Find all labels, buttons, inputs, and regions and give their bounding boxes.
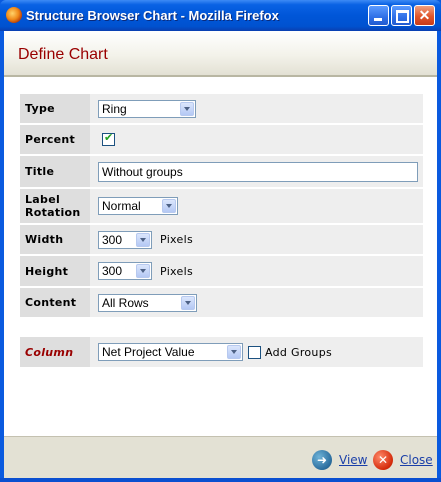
label-rotation-label: Label Rotation — [20, 189, 90, 223]
width-label: Width — [20, 225, 90, 254]
label-rotation-select[interactable]: Normal — [98, 197, 178, 215]
label-rotation-label-line2: Rotation — [25, 206, 81, 219]
title-label: Title — [20, 156, 90, 187]
type-select-value: Ring — [102, 101, 127, 116]
maximize-icon — [396, 10, 409, 23]
width-select-value: 300 — [102, 232, 123, 247]
chevron-down-icon — [136, 232, 150, 247]
height-label: Height — [20, 256, 90, 286]
maximize-button[interactable] — [391, 5, 412, 26]
content-row: Content All Rows — [20, 288, 423, 317]
percent-row: Percent — [20, 125, 423, 154]
column-row: Column Net Project Value Add Groups — [20, 337, 423, 367]
view-link[interactable]: View — [339, 453, 367, 467]
label-rotation-select-value: Normal — [102, 199, 141, 213]
title-bar[interactable]: Structure Browser Chart - Mozilla Firefo… — [0, 0, 441, 31]
percent-checkbox[interactable] — [102, 131, 115, 146]
label-rotation-row: Label Rotation Normal — [20, 189, 423, 223]
chevron-down-icon — [181, 295, 195, 310]
type-row: Type Ring — [20, 94, 423, 123]
type-select[interactable]: Ring — [98, 99, 196, 118]
window-title: Structure Browser Chart - Mozilla Firefo… — [26, 8, 279, 23]
window-close-button[interactable]: ✕ — [414, 5, 435, 26]
content-label: Content — [20, 288, 90, 317]
add-groups-checkbox[interactable] — [248, 345, 261, 359]
content-select-value: All Rows — [102, 295, 149, 310]
height-select[interactable]: 300 — [98, 262, 152, 280]
arrow-right-icon[interactable]: ➜ — [312, 450, 332, 470]
percent-label: Percent — [20, 125, 90, 154]
column-label: Column — [20, 337, 90, 367]
width-select[interactable]: 300 — [98, 230, 152, 249]
title-input[interactable]: Without groups — [98, 161, 418, 182]
footer-bar: ➜ View ✕ Close — [4, 436, 437, 479]
title-row: Title Without groups — [20, 156, 423, 187]
window-bottom-border — [0, 478, 441, 482]
page-header: Define Chart — [4, 31, 437, 77]
chevron-down-icon — [227, 345, 241, 359]
minimize-button[interactable] — [368, 5, 389, 26]
type-label: Type — [20, 94, 90, 123]
content-select[interactable]: All Rows — [98, 293, 197, 312]
close-icon[interactable]: ✕ — [373, 450, 393, 470]
height-row: Height 300 Pixels — [20, 256, 423, 286]
chevron-down-icon — [136, 264, 150, 278]
column-select[interactable]: Net Project Value — [98, 343, 243, 361]
height-select-value: 300 — [102, 264, 123, 278]
label-rotation-label-line1: Label — [25, 193, 61, 206]
firefox-icon — [6, 7, 22, 23]
chevron-down-icon — [162, 199, 176, 213]
width-row: Width 300 Pixels — [20, 225, 423, 254]
browser-window: Structure Browser Chart - Mozilla Firefo… — [0, 0, 441, 482]
column-select-value: Net Project Value — [102, 345, 195, 359]
page-content: Define Chart Type Ring Percent ✔ Title W… — [4, 31, 437, 479]
add-groups-label: Add Groups — [265, 345, 333, 359]
close-link[interactable]: Close — [400, 453, 433, 467]
close-x-icon: ✕ — [418, 7, 431, 23]
height-unit: Pixels — [160, 264, 193, 278]
chevron-down-icon — [180, 101, 194, 116]
minimize-icon — [374, 18, 382, 21]
page-title: Define Chart — [18, 46, 108, 63]
width-unit: Pixels — [160, 233, 193, 246]
